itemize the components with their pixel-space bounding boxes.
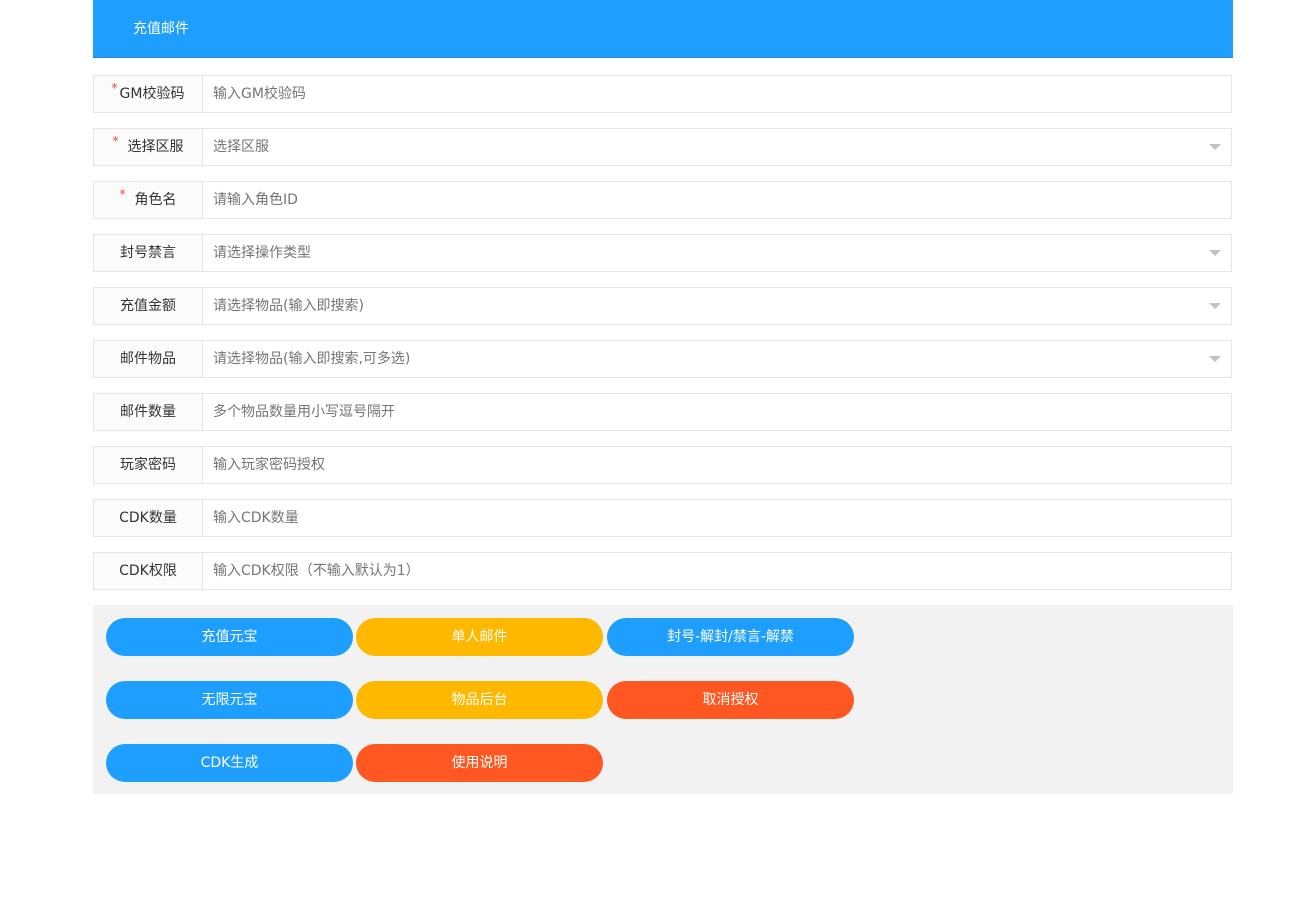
chevron-down-icon	[1209, 144, 1221, 150]
ban-mute-label: 封号禁言	[93, 234, 203, 272]
server-select-placeholder: 选择区服	[213, 139, 269, 155]
form-row-mail-quantity: 邮件数量	[93, 393, 1232, 431]
single-mail-button[interactable]: 单人邮件	[356, 618, 603, 656]
form-row-mail-items: 邮件物品 请选择物品(输入即搜索,可多选)	[93, 340, 1232, 378]
ban-unban-button[interactable]: 封号-解封/禁言-解禁	[607, 618, 854, 656]
page-header: 充值邮件	[93, 0, 1233, 58]
player-password-label: 玩家密码	[93, 446, 203, 484]
role-name-label: * 角色名	[93, 181, 203, 219]
ban-mute-select-placeholder: 请选择操作类型	[213, 245, 311, 261]
form-row-server: * 选择区服 选择区服	[93, 128, 1232, 166]
server-label: * 选择区服	[93, 128, 203, 166]
recharge-yuanbao-button[interactable]: 充值元宝	[106, 618, 353, 656]
chevron-down-icon	[1209, 250, 1221, 256]
gm-code-field-wrap	[202, 75, 1232, 113]
required-mark: *	[112, 134, 119, 148]
chevron-down-icon	[1209, 356, 1221, 362]
gm-code-label: * GM校验码	[93, 75, 203, 113]
form-row-role-name: * 角色名	[93, 181, 1232, 219]
mail-quantity-input[interactable]	[213, 395, 1203, 429]
recharge-amount-select[interactable]: 请选择物品(输入即搜索)	[202, 287, 1232, 325]
cdk-generate-button[interactable]: CDK生成	[106, 744, 353, 782]
role-name-input[interactable]	[213, 183, 1203, 217]
cancel-auth-button[interactable]: 取消授权	[607, 681, 854, 719]
cdk-permission-input[interactable]	[213, 554, 1203, 588]
cdk-permission-field-wrap	[202, 552, 1232, 590]
player-password-field-wrap	[202, 446, 1232, 484]
usage-guide-button[interactable]: 使用说明	[356, 744, 603, 782]
form-row-cdk-quantity: CDK数量	[93, 499, 1232, 537]
cdk-quantity-input[interactable]	[213, 501, 1203, 535]
cdk-quantity-label: CDK数量	[93, 499, 203, 537]
mail-items-select-placeholder: 请选择物品(输入即搜索,可多选)	[213, 351, 411, 367]
form-row-cdk-permission: CDK权限	[93, 552, 1232, 590]
form-row-ban-mute: 封号禁言 请选择操作类型	[93, 234, 1232, 272]
unlimited-yuanbao-button[interactable]: 无限元宝	[106, 681, 353, 719]
recharge-amount-label: 充值金额	[93, 287, 203, 325]
required-mark: *	[111, 81, 118, 95]
cdk-permission-label: CDK权限	[93, 552, 203, 590]
recharge-amount-select-placeholder: 请选择物品(输入即搜索)	[213, 298, 364, 314]
recharge-mail-form: *GM校验码 *选择区服 选择区服 *角色名 封号禁言 请选择操作类型 充值金额…	[93, 75, 1232, 605]
header-title: 充值邮件	[133, 21, 189, 37]
action-button-panel: 充值元宝 单人邮件 封号-解封/禁言-解禁 无限元宝 物品后台 取消授权 CDK…	[93, 605, 1233, 794]
player-password-input[interactable]	[213, 448, 1203, 482]
form-row-gm-code: * GM校验码	[93, 75, 1232, 113]
mail-items-label: 邮件物品	[93, 340, 203, 378]
mail-quantity-label: 邮件数量	[93, 393, 203, 431]
server-select[interactable]: 选择区服	[202, 128, 1232, 166]
form-row-player-password: 玩家密码	[93, 446, 1232, 484]
ban-mute-select[interactable]: 请选择操作类型	[202, 234, 1232, 272]
role-name-field-wrap	[202, 181, 1232, 219]
item-backend-button[interactable]: 物品后台	[356, 681, 603, 719]
chevron-down-icon	[1209, 303, 1221, 309]
required-mark: *	[119, 187, 126, 201]
form-row-recharge-amount: 充值金额 请选择物品(输入即搜索)	[93, 287, 1232, 325]
mail-items-select[interactable]: 请选择物品(输入即搜索,可多选)	[202, 340, 1232, 378]
gm-code-input[interactable]	[213, 77, 1203, 111]
cdk-quantity-field-wrap	[202, 499, 1232, 537]
mail-quantity-field-wrap	[202, 393, 1232, 431]
